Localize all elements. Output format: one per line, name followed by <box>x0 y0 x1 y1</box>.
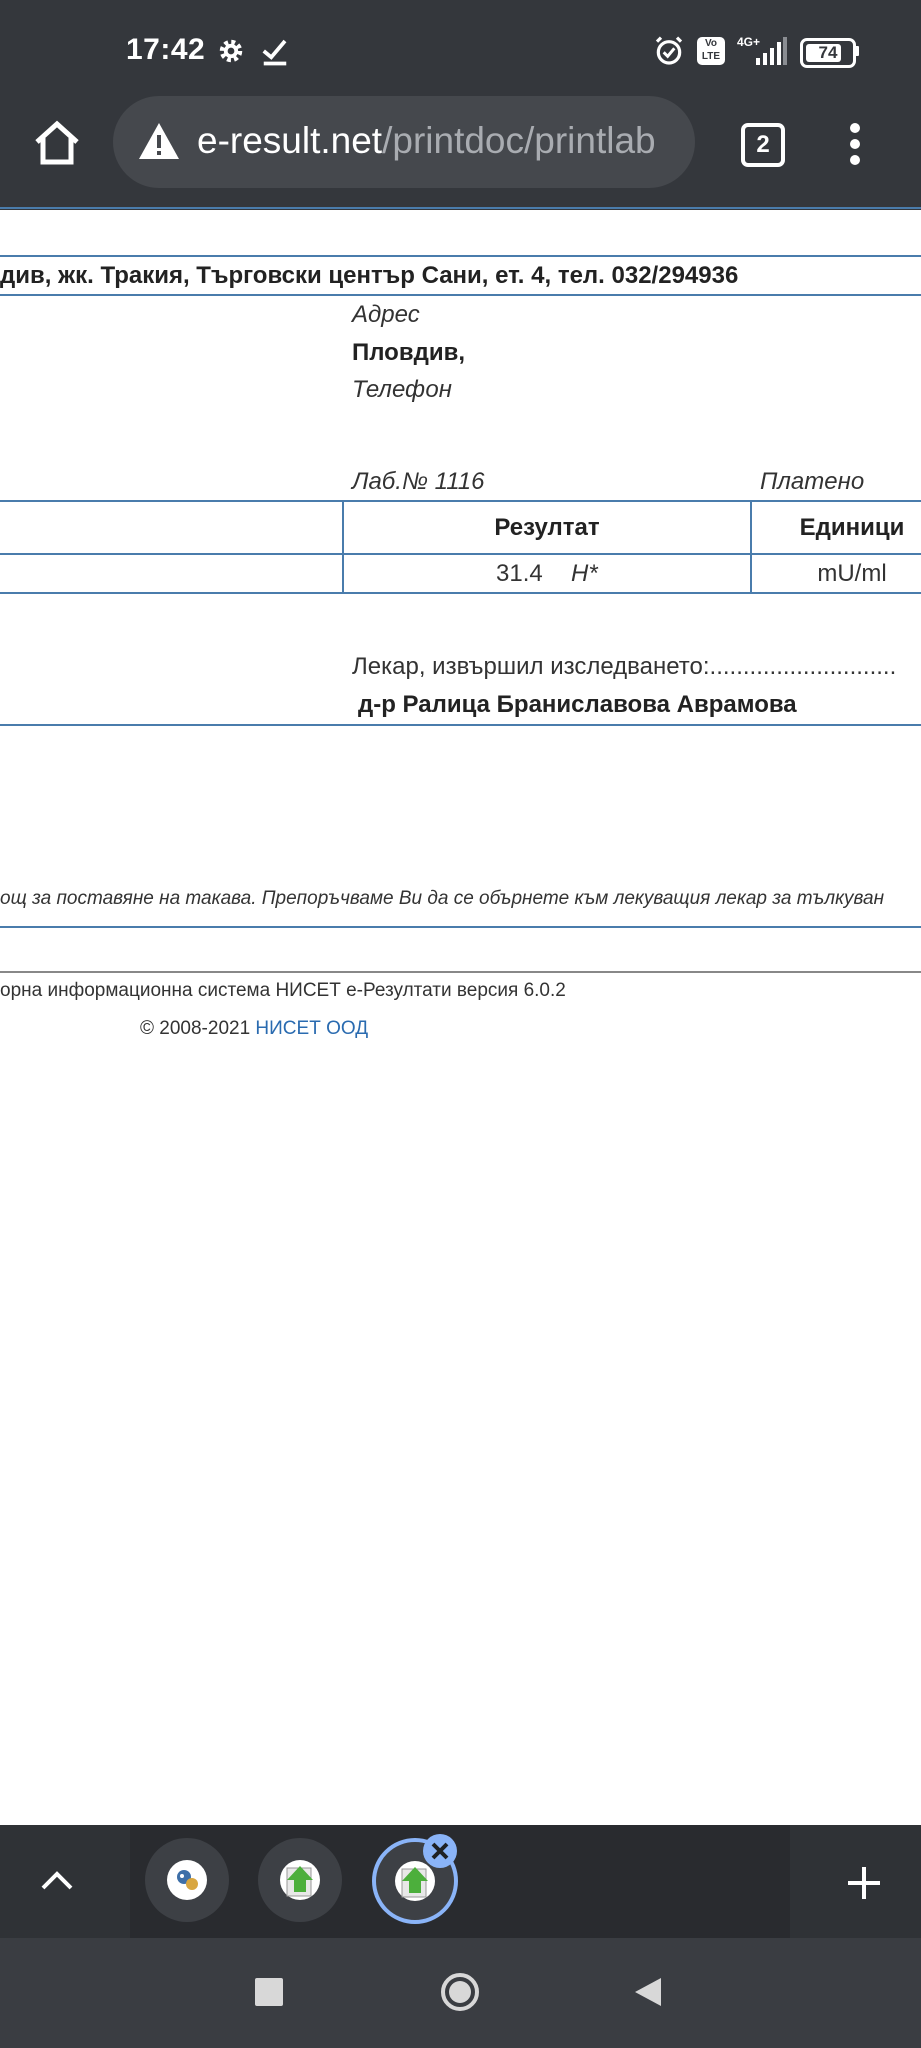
doctor-name: д-р Ралица Браниславова Аврамова <box>358 691 797 718</box>
table-rule-bottom <box>0 592 921 594</box>
tab-strip <box>0 1825 921 1938</box>
alarm-icon <box>655 36 683 65</box>
close-tab-button[interactable] <box>423 1834 457 1868</box>
new-tab-plus-icon[interactable] <box>844 1863 884 1903</box>
url-text[interactable]: e-result.net/printdoc/printlab <box>197 120 681 162</box>
back-triangle-icon[interactable] <box>633 1976 663 2008</box>
phone-label: Телефон <box>352 376 452 403</box>
footer-system-text: орна информационна система НИСЕТ е-Резул… <box>0 980 566 1001</box>
doctor-label: Лекар, извършил изследването:...........… <box>352 653 897 680</box>
company-link[interactable]: НИСЕТ ООД <box>255 1018 368 1039</box>
battery-level: 74 <box>818 43 838 62</box>
signal-4g-icon <box>756 37 787 65</box>
disclaimer-rule <box>0 926 921 928</box>
recents-square-icon[interactable] <box>255 1978 283 2006</box>
patient-city: Пловдив, <box>352 339 466 366</box>
warning-icon[interactable] <box>137 121 181 161</box>
result-value: 31.4 <box>496 560 543 587</box>
upload-page-icon <box>401 1867 428 1898</box>
tab-thumb-1[interactable] <box>145 1838 229 1922</box>
home-circle-icon[interactable] <box>440 1972 480 2012</box>
results-table: Резултат Единици 31.4 H* mU/ml <box>0 500 921 594</box>
battery-tip <box>855 46 859 56</box>
gear-icon <box>219 39 243 63</box>
url-domain: e-result.net <box>197 120 383 161</box>
url-path: /printdoc/printlab <box>382 120 656 161</box>
upload-page-icon <box>286 1866 313 1897</box>
tab-thumb-2[interactable] <box>258 1838 342 1922</box>
status-time: 17:42 <box>126 33 206 66</box>
lab-number: Лаб.№ 1116 <box>352 468 485 495</box>
address-label: Адрес <box>352 301 420 328</box>
header-result: Резултат <box>494 514 600 541</box>
result-units: mU/ml <box>817 560 887 587</box>
result-flag: H* <box>571 560 598 587</box>
payment-status: Платено <box>760 468 865 495</box>
footer-rule <box>0 971 921 973</box>
menu-dots-icon[interactable] <box>844 122 866 166</box>
disclaimer-text: ощ за поставяне на такава. Препоръчваме … <box>0 888 885 909</box>
page-top-rule <box>0 207 921 209</box>
tab-switcher-button[interactable]: 2 <box>741 123 785 167</box>
copyright-text: © 2008-2021 <box>140 1018 251 1039</box>
lab-address-line: див, жк. Тракия, Търговски център Сани, … <box>0 262 739 289</box>
header-units: Единици <box>799 514 905 541</box>
signature-rule <box>0 724 921 726</box>
footer-copyright: © 2008-2021 НИСЕТ ООД <box>140 1018 368 1040</box>
close-icon <box>431 1842 449 1860</box>
header-rule-top <box>0 255 921 257</box>
volte-icon: Vo LTE <box>697 37 725 65</box>
site-favicon-icon <box>177 1870 198 1890</box>
check-icon <box>262 39 287 66</box>
header-rule-bottom <box>0 294 921 296</box>
table-rule-mid <box>0 553 921 555</box>
table-rule-top <box>0 500 921 502</box>
battery-icon: 74 <box>800 38 856 68</box>
chevron-up-icon[interactable] <box>38 1864 76 1894</box>
home-icon[interactable] <box>33 120 81 166</box>
